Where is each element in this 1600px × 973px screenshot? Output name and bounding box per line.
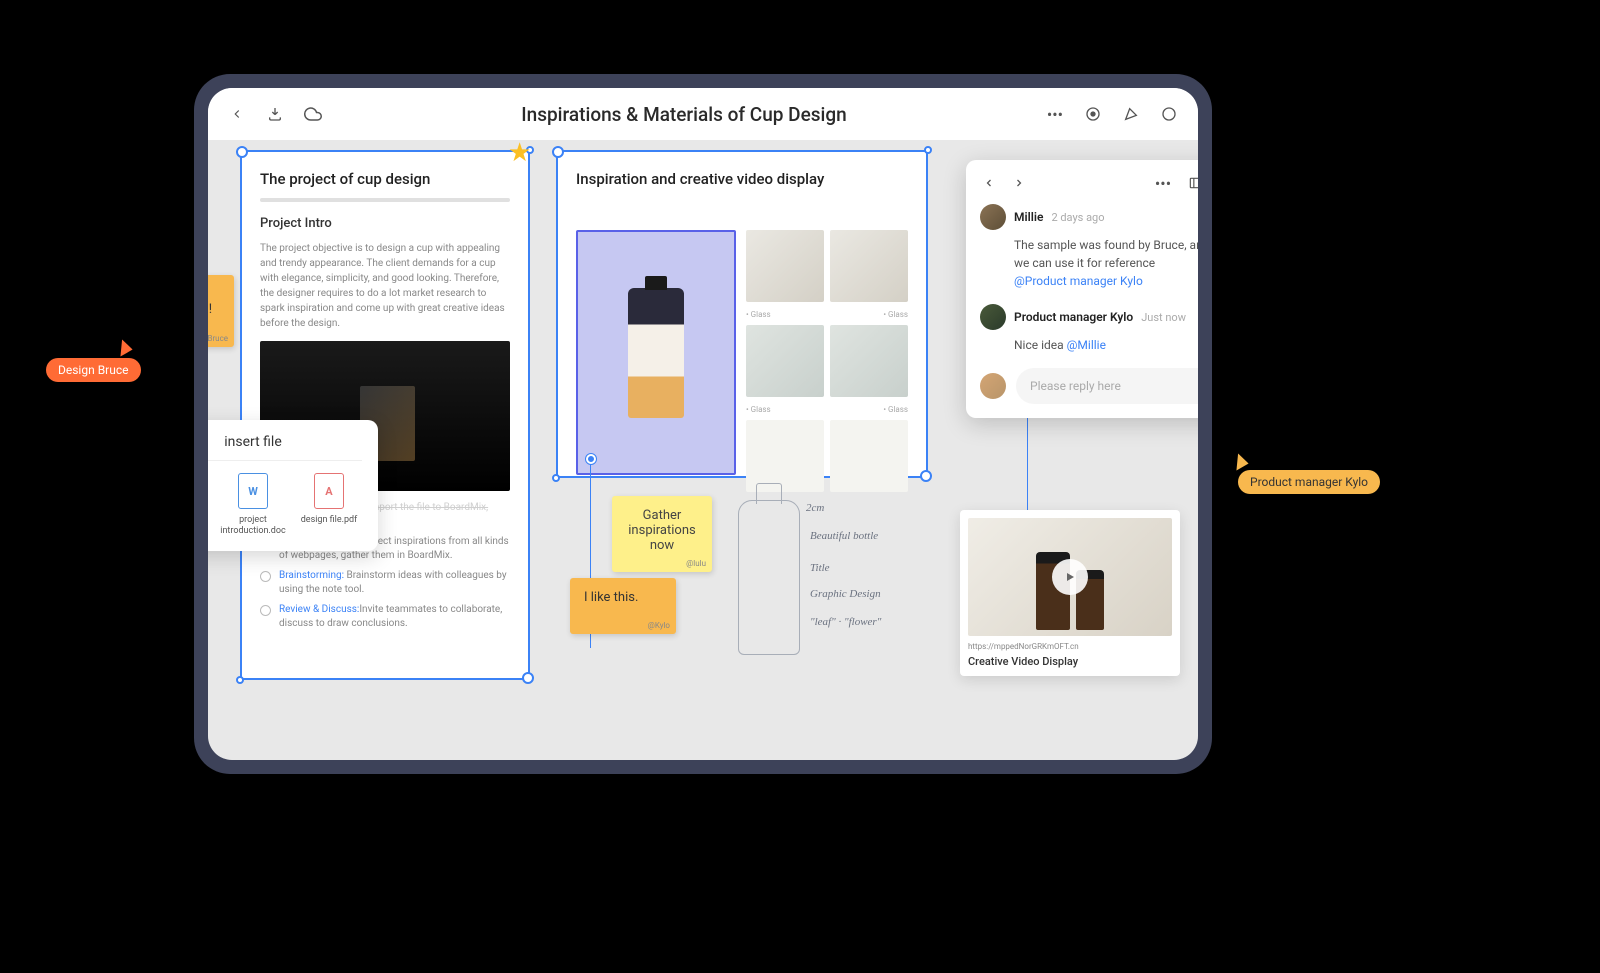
comment-item: Product manager Kylo Just now ••• Nice i… (980, 304, 1198, 354)
play-icon[interactable] (1052, 559, 1088, 595)
prev-icon[interactable] (980, 174, 998, 192)
sticky-text: Gather inspiration! (208, 287, 212, 317)
comment-time: 2 days ago (1051, 211, 1104, 224)
thumbnail[interactable] (830, 420, 908, 492)
insert-file-popup[interactable]: insert file Puser research.ppt Wproject … (208, 420, 378, 551)
mention[interactable]: @Product manager Kylo (1014, 274, 1143, 288)
thumbnail[interactable] (830, 325, 908, 397)
topbar: Inspirations & Materials of Cup Design •… (208, 88, 1198, 140)
thumbnail-grid: • Glass• Glass • Glass• Glass (746, 230, 908, 492)
page-title: Inspirations & Materials of Cup Design (521, 103, 846, 126)
reply-row: Please reply here (980, 368, 1198, 404)
comment-panel[interactable]: ••• Millie 2 days ago ••• The sample was… (966, 160, 1198, 418)
intro-heading: Project Intro (260, 216, 510, 231)
comment-icon[interactable] (1160, 105, 1178, 123)
sketch-label: Title (810, 562, 830, 574)
video-card[interactable]: https://mppedNorGRKmOFT.cn Creative Vide… (960, 510, 1180, 676)
reply-input[interactable]: Please reply here (1016, 368, 1198, 404)
thumbnail[interactable] (830, 230, 908, 302)
comment-item: Millie 2 days ago ••• The sample was fou… (980, 204, 1198, 290)
more-icon[interactable]: ••• (1046, 105, 1064, 123)
task-item[interactable]: Review & Discuss:Invite teammates to col… (260, 603, 510, 631)
file-option[interactable]: Wproject introduction.doc (220, 473, 286, 537)
sticky-note[interactable]: Gather inspiration! @Design Bruce (208, 275, 234, 347)
sticky-text: I like this. (584, 590, 638, 605)
sketch-label: "leaf" · "flower" (810, 616, 881, 628)
comment-author: Millie (1014, 210, 1043, 224)
card-title: Inspiration and creative video display (576, 170, 908, 188)
sticky-note[interactable]: I like this. @Kylo (570, 578, 676, 634)
user-cursor-kylo: Product manager Kylo (1238, 470, 1380, 494)
task-item[interactable]: Brainstorming: Brainstorm ideas with col… (260, 569, 510, 597)
next-icon[interactable] (1010, 174, 1028, 192)
cloud-icon[interactable] (304, 105, 322, 123)
canvas[interactable]: ★ The project of cup design Project Intr… (208, 140, 1198, 760)
sticky-text: Gather inspirations now (628, 508, 695, 553)
video-url: https://mppedNorGRKmOFT.cn (968, 642, 1172, 651)
back-icon[interactable] (228, 105, 246, 123)
sticky-attribution: @lulu (686, 559, 706, 568)
sticky-attribution: @Kylo (648, 621, 670, 630)
avatar[interactable] (980, 204, 1006, 230)
record-icon[interactable] (1084, 105, 1102, 123)
sketch-label: Beautiful bottle (810, 530, 878, 542)
file-option[interactable]: Puser research.ppt (208, 473, 210, 537)
thumbnail[interactable] (746, 420, 824, 492)
tablet-frame: Inspirations & Materials of Cup Design •… (194, 74, 1212, 774)
inspiration-card[interactable]: Inspiration and creative video display •… (556, 150, 928, 478)
intro-body: The project objective is to design a cup… (260, 241, 510, 331)
sketch-label: 2cm (806, 502, 824, 514)
selected-image[interactable] (576, 230, 736, 475)
sticky-note[interactable]: Gather inspirations now @lulu (612, 496, 712, 572)
doc-icon: W (238, 473, 268, 509)
pdf-icon: A (314, 473, 344, 509)
file-option[interactable]: Adesign file.pdf (296, 473, 362, 537)
bottle-sketch (738, 500, 800, 655)
thumbnail[interactable] (746, 230, 824, 302)
popup-title: insert file (208, 434, 362, 461)
sketch-label: Graphic Design (810, 588, 881, 600)
thumbnail[interactable] (746, 325, 824, 397)
card-title: The project of cup design (260, 170, 510, 188)
sticky-attribution: @Design Bruce (208, 334, 228, 343)
more-icon[interactable]: ••• (1154, 174, 1172, 192)
user-cursor-bruce: Design Bruce (46, 358, 141, 382)
connector-dot (586, 454, 596, 464)
comment-time: Just now (1141, 311, 1186, 324)
mention[interactable]: @Millie (1067, 338, 1106, 352)
avatar[interactable] (980, 304, 1006, 330)
sketch-area: 2cm Beautiful bottle Title Graphic Desig… (728, 500, 928, 685)
comment-body: The sample was found by Bruce, and I thi… (980, 236, 1198, 290)
download-icon[interactable] (266, 105, 284, 123)
comment-author: Product manager Kylo (1014, 310, 1133, 324)
avatar[interactable] (980, 373, 1006, 399)
app-screen: Inspirations & Materials of Cup Design •… (208, 88, 1198, 760)
expand-icon[interactable] (1186, 174, 1198, 192)
party-icon[interactable] (1122, 105, 1140, 123)
comment-body: Nice idea @Millie ☺ (980, 336, 1198, 354)
star-icon: ★ (508, 138, 531, 168)
divider (260, 198, 510, 202)
project-card[interactable]: The project of cup design Project Intro … (240, 150, 530, 680)
video-thumbnail[interactable] (968, 518, 1172, 636)
video-title: Creative Video Display (968, 655, 1172, 668)
